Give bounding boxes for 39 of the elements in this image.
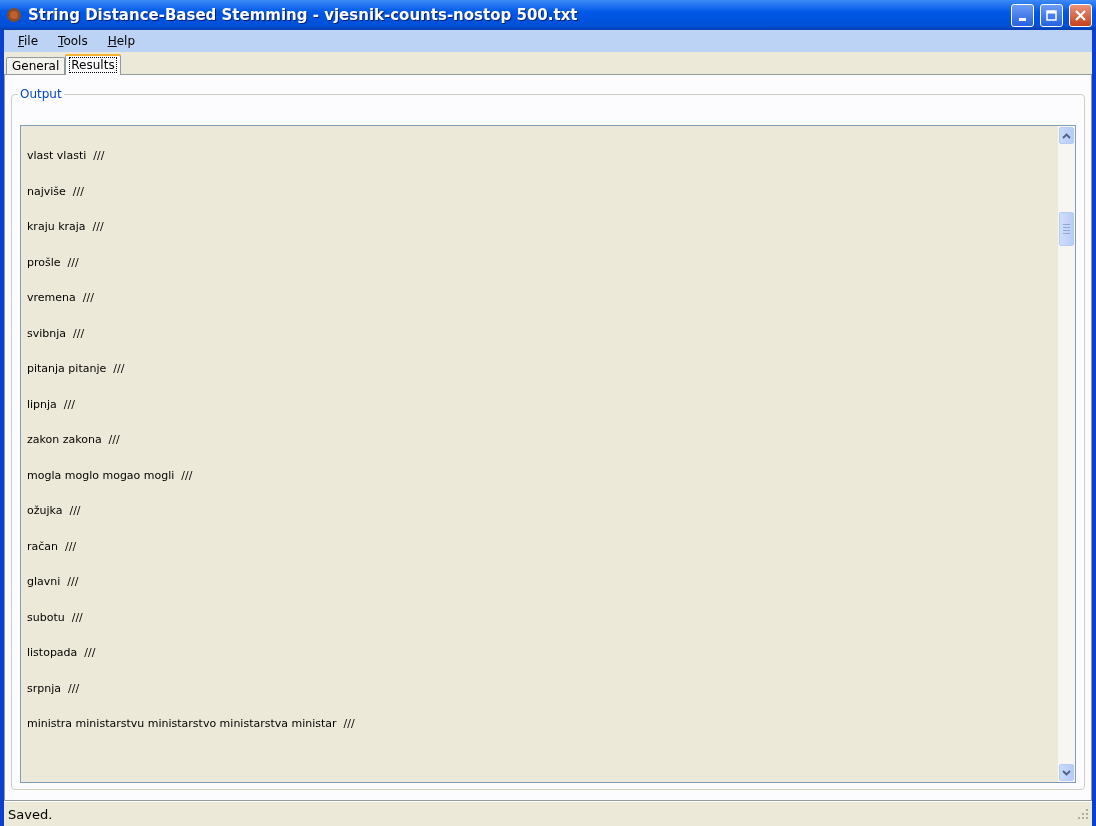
close-icon	[1075, 9, 1086, 21]
app-icon	[6, 7, 22, 23]
scroll-up-button[interactable]	[1059, 127, 1074, 144]
minimize-button[interactable]	[1011, 3, 1034, 27]
scroll-thumb[interactable]	[1059, 212, 1074, 246]
output-line: najviše ///	[27, 183, 85, 200]
output-line: glavni ///	[27, 574, 80, 590]
tab[interactable]: General	[6, 57, 66, 74]
window-title: String Distance-Based Stemming - vjesnik-counts-nostop 500.txt	[28, 6, 579, 24]
scroll-down-button[interactable]	[1059, 764, 1074, 781]
close-button[interactable]	[1069, 3, 1092, 27]
output-line: pitanja pitanje ///	[27, 361, 126, 377]
menu-item[interactable]: Help	[99, 32, 144, 50]
menu-item[interactable]: Tools	[50, 32, 96, 50]
output-line: mogla moglo mogao mogli ///	[27, 467, 194, 484]
vertical-scrollbar[interactable]	[1058, 126, 1075, 782]
output-line: račan ///	[27, 538, 78, 555]
minimize-icon	[1019, 17, 1026, 21]
maximize-button[interactable]	[1040, 3, 1063, 27]
output-line: listopada ///	[27, 645, 97, 661]
chevron-down-icon	[1062, 769, 1071, 776]
menu-item[interactable]: File	[10, 32, 47, 50]
output-line: vlast vlasti ///	[27, 148, 106, 164]
tab[interactable]: Results	[65, 54, 121, 75]
output-line: ožujka ///	[27, 503, 82, 519]
output-line: svibnja ///	[27, 325, 86, 342]
output-line: kraju kraja ///	[27, 219, 105, 235]
output-line: ministra ministarstvu ministarstvo ministarstva ministar ///	[27, 716, 356, 732]
output-line: zakon zakona ///	[27, 432, 121, 448]
output-line: subotu ///	[27, 609, 84, 626]
maximize-icon	[1046, 9, 1057, 21]
group-label: Output	[19, 87, 63, 101]
status-text: Saved.	[8, 806, 53, 822]
chevron-up-icon	[1062, 132, 1071, 139]
resize-grip-icon	[1078, 809, 1088, 819]
output-line: prošle ///	[27, 254, 80, 271]
output-line: vremena ///	[27, 290, 95, 306]
output-line: lipnja ///	[27, 396, 76, 413]
output-line: srpnja ///	[27, 680, 81, 697]
